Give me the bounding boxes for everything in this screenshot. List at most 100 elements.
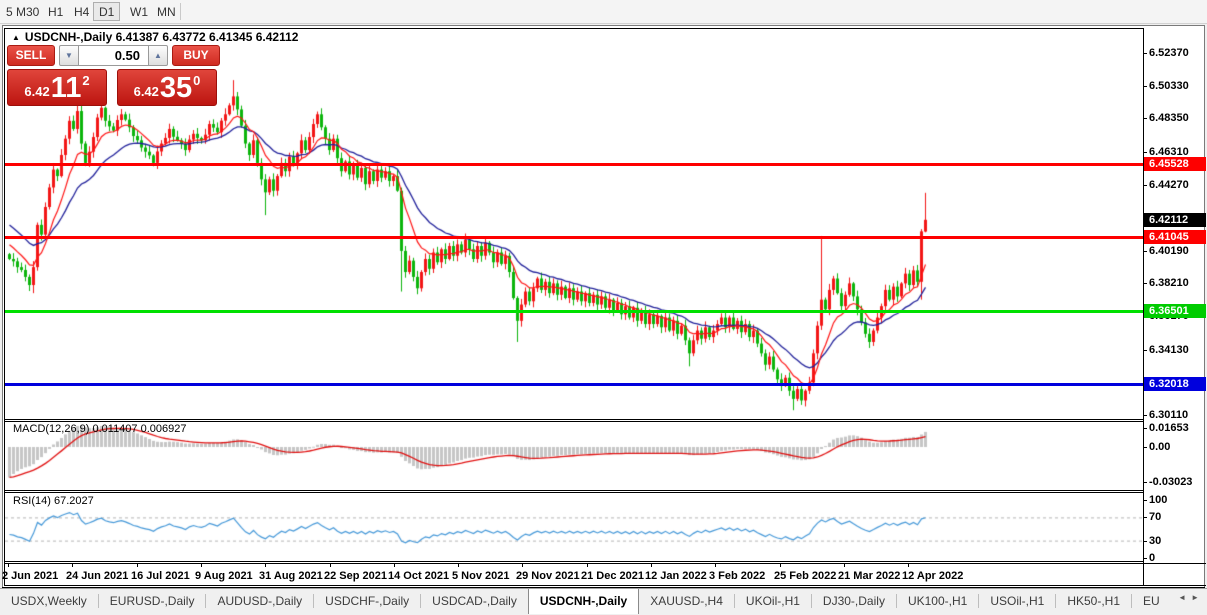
rsi-tick-label: 70 <box>1149 511 1161 523</box>
price-tick-mark <box>1143 152 1147 153</box>
chart-tab-audusd-daily[interactable]: AUDUSD-,Daily <box>206 589 313 614</box>
tab-scroll-arrows[interactable]: ◄► <box>1178 593 1204 602</box>
date-tick-mark <box>137 563 138 567</box>
price-tick-label: 6.34130 <box>1149 344 1189 356</box>
price-tick-mark <box>1143 185 1147 186</box>
price-level-badge: 6.32018 <box>1144 377 1206 391</box>
rsi-tick-label: 100 <box>1149 494 1167 506</box>
rsi-tick-label: 0 <box>1149 552 1155 564</box>
chart-tab-usdcnh-daily[interactable]: USDCNH-,Daily <box>528 589 639 614</box>
timeframe-button-w1[interactable]: W1 <box>124 2 154 21</box>
mt4-application-window: 5M30H1H4D1W1MN ▲USDCNH-,Daily 6.41387 6.… <box>0 0 1207 615</box>
chart-tab-dj30-daily[interactable]: DJ30-,Daily <box>812 589 896 614</box>
macd-tick-mark <box>1143 482 1147 483</box>
buy-price-fraction: 0 <box>193 73 200 88</box>
timeframe-button-m30[interactable]: M30 <box>10 2 45 21</box>
date-tick-label: 21 Dec 2021 <box>581 570 644 582</box>
timeframe-button-d1[interactable]: D1 <box>93 2 120 21</box>
chart-bottom-border-a <box>4 585 1206 586</box>
price-tick-label: 6.30110 <box>1149 409 1188 421</box>
scroll-right-icon[interactable]: ► <box>1191 593 1204 602</box>
date-tick-label: 21 Mar 2022 <box>838 570 900 582</box>
chart-tab-usdcad-daily[interactable]: USDCAD-,Daily <box>421 589 528 614</box>
chart-tab-eurusd-daily[interactable]: EURUSD-,Daily <box>99 589 206 614</box>
date-tick-label: 29 Nov 2021 <box>516 570 580 582</box>
chart-tab-usoil-h1[interactable]: USOil-,H1 <box>979 589 1055 614</box>
timeframe-toolbar: 5M30H1H4D1W1MN <box>0 0 1207 24</box>
rsi-tick-mark <box>1143 500 1147 501</box>
chart-tab-xauusd-h4[interactable]: XAUUSD-,H4 <box>639 589 734 614</box>
date-tick-mark <box>330 563 331 567</box>
date-tick-label: 22 Sep 2021 <box>324 570 387 582</box>
volume-input[interactable] <box>79 45 148 66</box>
rsi-tick-mark <box>1143 517 1147 518</box>
date-tick-mark <box>8 563 9 567</box>
date-tick-label: 14 Oct 2021 <box>388 570 449 582</box>
volume-increase-button[interactable]: ▲ <box>148 45 168 66</box>
price-level-badge: 6.45528 <box>1144 157 1206 171</box>
date-tick-mark <box>715 563 716 567</box>
macd-tick-mark <box>1143 447 1147 448</box>
chart-tab-hk50-h1[interactable]: HK50-,H1 <box>1056 589 1131 614</box>
rsi-indicator-canvas[interactable] <box>5 493 1142 560</box>
volume-decrease-button[interactable]: ▼ <box>59 45 79 66</box>
date-tick-label: 24 Jun 2021 <box>66 570 128 582</box>
sell-button[interactable]: SELL <box>7 45 55 66</box>
price-tick-mark <box>1143 86 1147 87</box>
buy-price-prefix: 6.42 <box>134 84 159 99</box>
date-tick-mark <box>72 563 73 567</box>
horizontal-line-6.36501[interactable] <box>5 310 1143 313</box>
chart-tab-eu[interactable]: EU <box>1132 589 1171 614</box>
date-tick-mark <box>651 563 652 567</box>
triangle-down-icon: ▼ <box>65 51 73 60</box>
rsi-label: RSI(14) 67.2027 <box>13 495 94 507</box>
main-macd-separator-a[interactable] <box>4 419 1144 420</box>
chart-tab-usdx-weekly[interactable]: USDX,Weekly <box>0 589 98 614</box>
price-level-badge: 6.42112 <box>1144 213 1206 227</box>
macd-rsi-separator-a[interactable] <box>4 490 1144 491</box>
trade-controls-row: SELL ▼ ▲ BUY <box>7 45 220 66</box>
timeframe-button-h4[interactable]: H4 <box>68 2 95 21</box>
price-tick-label: 6.50330 <box>1149 80 1189 92</box>
chart-tab-bar: USDX,WeeklyEURUSD-,DailyAUDUSD-,DailyUSD… <box>0 588 1207 614</box>
rsi-tick-mark <box>1143 541 1147 542</box>
price-level-badge: 6.36501 <box>1144 304 1206 318</box>
date-tick-mark <box>780 563 781 567</box>
chart-tab-ukoil-h1[interactable]: UKOil-,H1 <box>735 589 811 614</box>
macd-tick-label: -0.03023 <box>1149 476 1192 488</box>
date-tick-mark <box>844 563 845 567</box>
sell-price-pips: 11 <box>51 75 82 102</box>
date-tick-label: 31 Aug 2021 <box>259 570 323 582</box>
date-tick-mark <box>522 563 523 567</box>
date-tick-label: 9 Aug 2021 <box>195 570 253 582</box>
scroll-left-icon[interactable]: ◄ <box>1178 593 1191 602</box>
price-tick-mark <box>1143 53 1147 54</box>
rsi-tick-mark <box>1143 558 1147 559</box>
price-tick-label: 6.40190 <box>1149 245 1189 257</box>
rsi-tick-label: 30 <box>1149 535 1161 547</box>
horizontal-line-6.45528[interactable] <box>5 163 1143 166</box>
collapse-triangle-icon[interactable]: ▲ <box>12 33 20 42</box>
date-tick-label: 2 Jun 2021 <box>2 570 58 582</box>
date-tick-mark <box>201 563 202 567</box>
date-tick-label: 12 Jan 2022 <box>645 570 707 582</box>
horizontal-line-6.32018[interactable] <box>5 383 1143 386</box>
price-tick-label: 6.38210 <box>1149 277 1189 289</box>
macd-label: MACD(12,26,9) 0.011407 0.006927 <box>13 423 186 435</box>
price-tick-mark <box>1143 251 1147 252</box>
horizontal-line-6.41045[interactable] <box>5 236 1143 239</box>
buy-button[interactable]: BUY <box>172 45 220 66</box>
timeframe-button-mn[interactable]: MN <box>151 2 182 21</box>
chart-tab-usdchf-daily[interactable]: USDCHF-,Daily <box>314 589 420 614</box>
price-tick-mark <box>1143 283 1147 284</box>
timeframe-button-h1[interactable]: H1 <box>42 2 69 21</box>
date-tick-label: 25 Feb 2022 <box>774 570 836 582</box>
chart-title-text: USDCNH-,Daily 6.41387 6.43772 6.41345 6.… <box>25 30 299 44</box>
chart-tab-uk100-h1[interactable]: UK100-,H1 <box>897 589 978 614</box>
price-tick-label: 6.48350 <box>1149 112 1189 124</box>
price-tick-mark <box>1143 118 1147 119</box>
toolbar-separator <box>180 3 181 20</box>
price-tick-label: 6.52370 <box>1149 47 1189 59</box>
sell-price-quote[interactable]: 6.42 11 2 <box>7 69 107 106</box>
buy-price-quote[interactable]: 6.42 35 0 <box>117 69 217 106</box>
